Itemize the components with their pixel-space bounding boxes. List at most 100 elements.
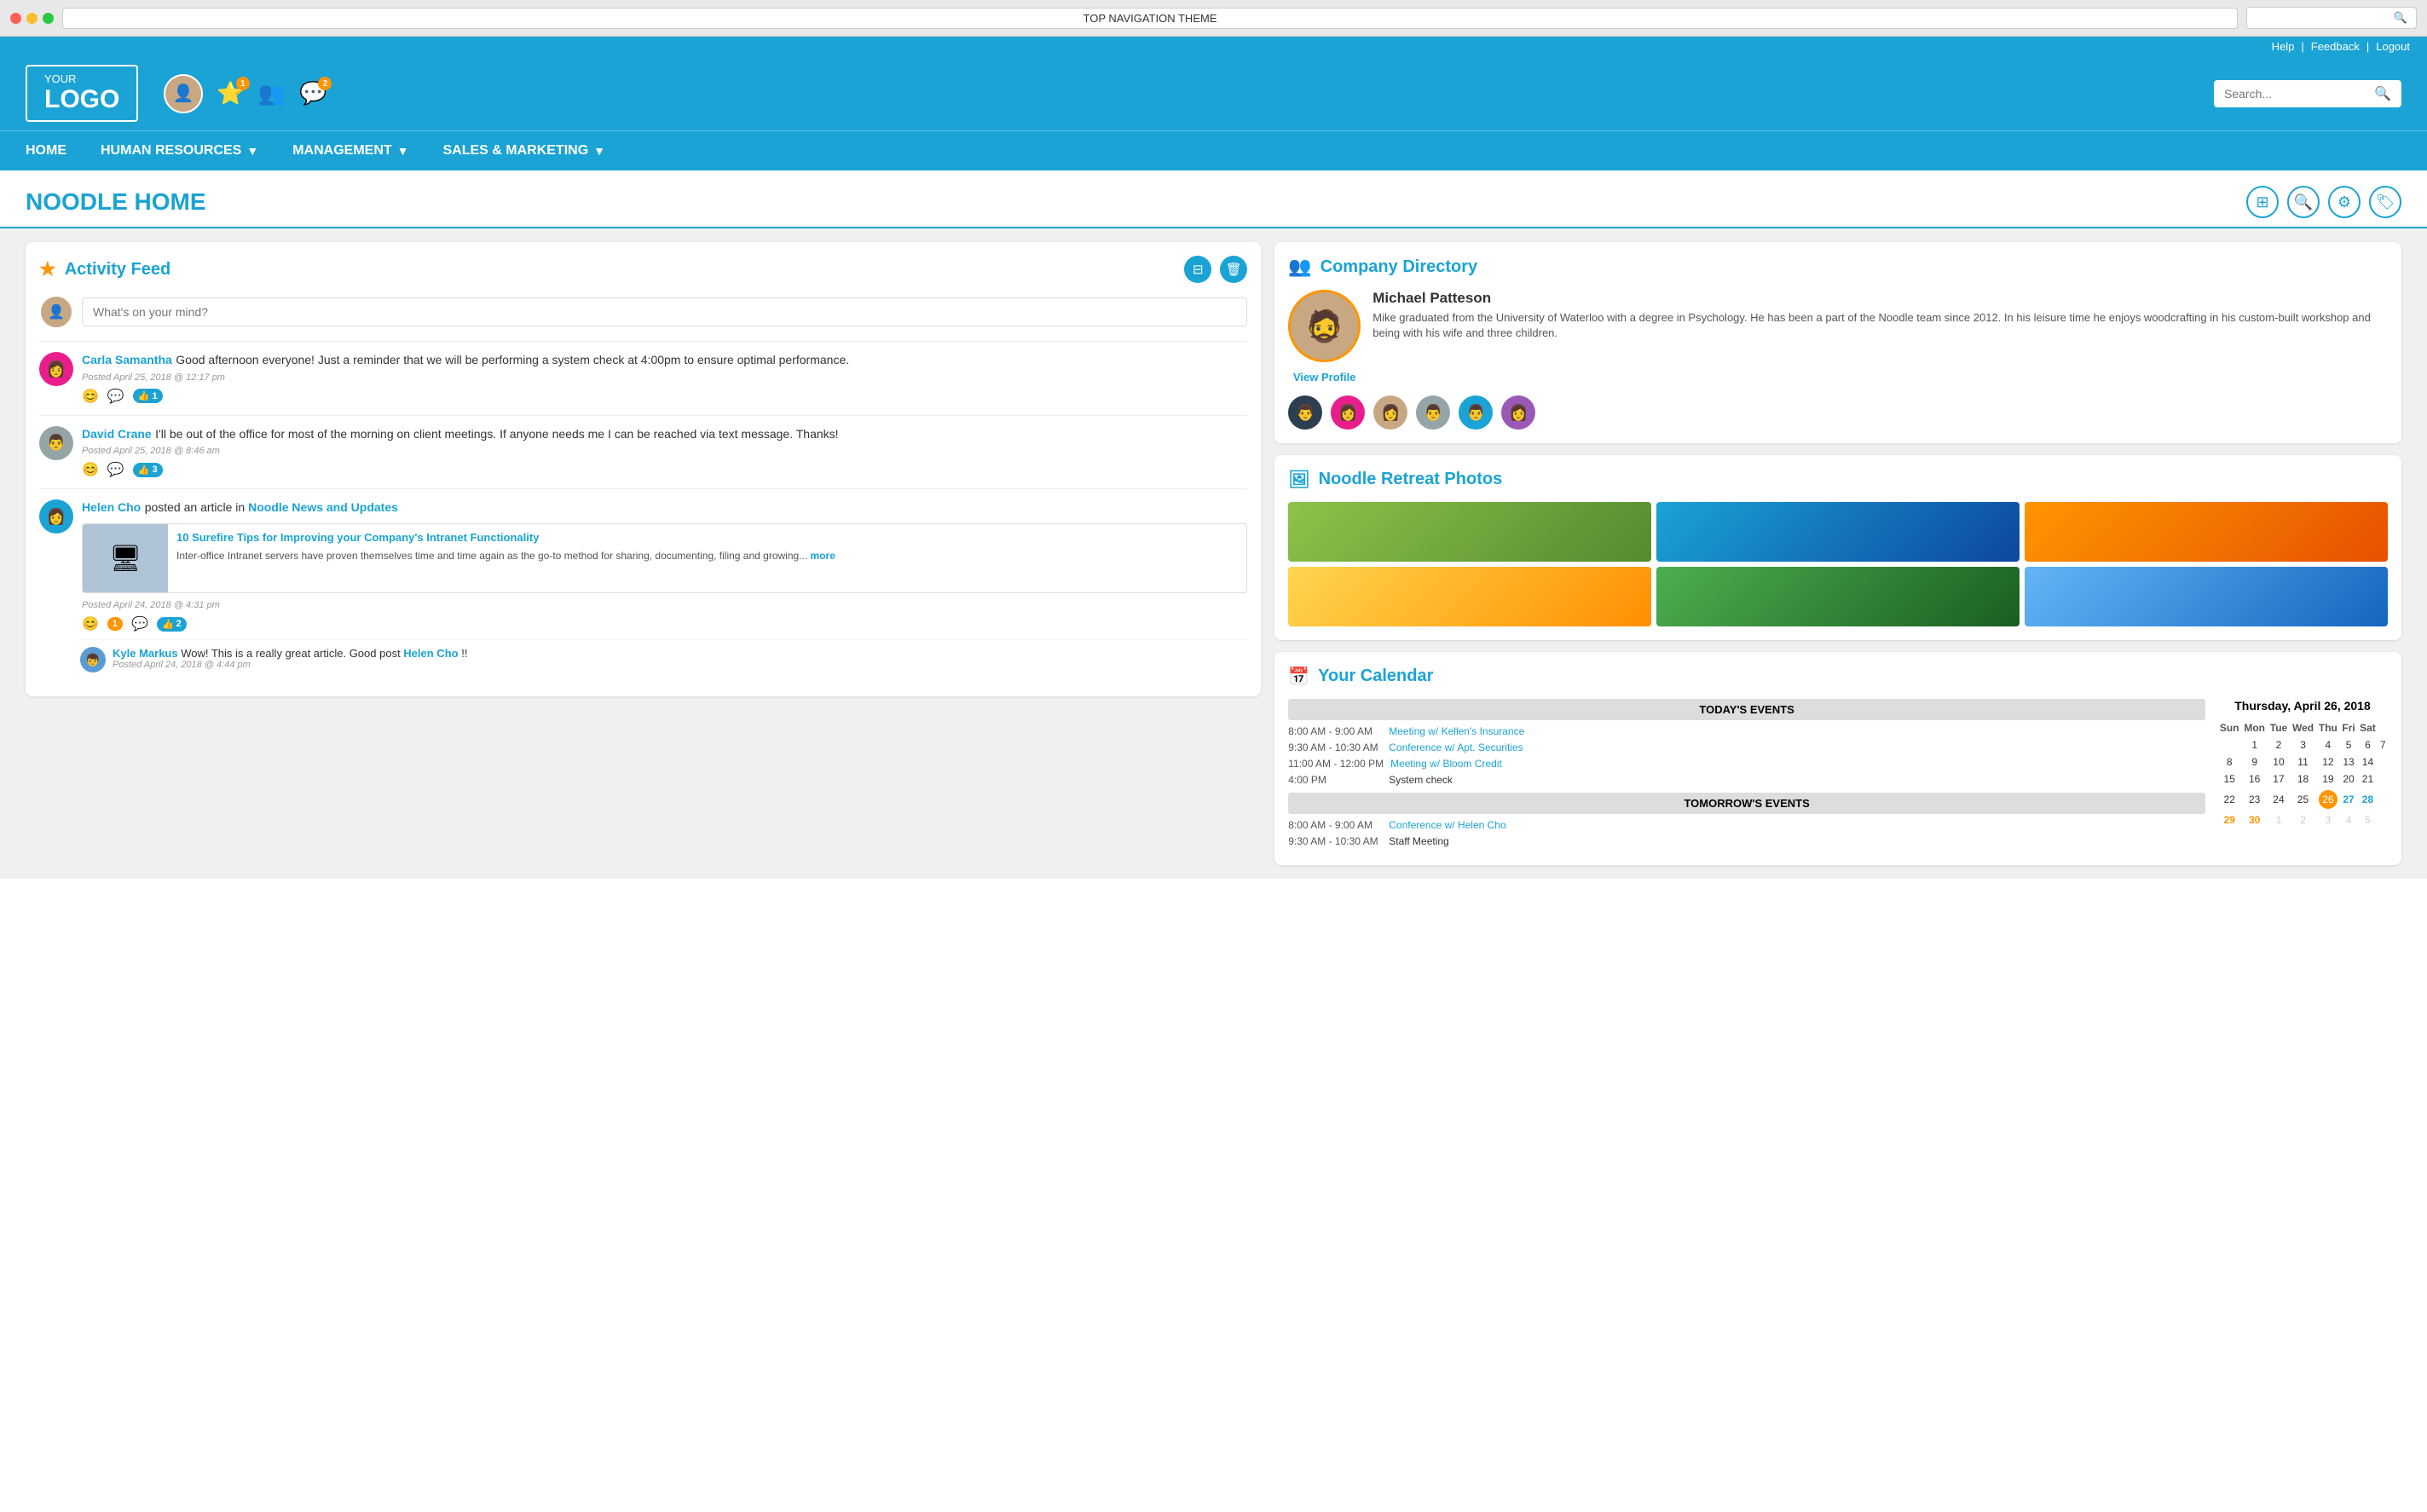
like-count[interactable]: 👍 3 [133, 463, 163, 477]
dir-avatar-3[interactable]: 👩 [1373, 395, 1407, 430]
add-content-button[interactable]: ⊞ [2246, 186, 2279, 218]
event-row: 8:00 AM - 9:00 AM Meeting w/ Kellen's In… [1288, 725, 2205, 737]
browser-search[interactable]: 🔍 [2246, 7, 2417, 29]
photo-3[interactable] [2025, 502, 2388, 562]
nav-management[interactable]: MANAGEMENT ▼ [292, 131, 408, 170]
cal-day[interactable]: 28 [2357, 788, 2378, 811]
tag-button[interactable]: 🏷 [2369, 186, 2401, 218]
people-icon[interactable]: 👥 [258, 80, 286, 107]
cal-day[interactable]: 2 [2268, 736, 2290, 753]
cal-day[interactable]: 3 [2290, 736, 2316, 753]
cal-day[interactable]: 22 [2217, 788, 2241, 811]
cal-day[interactable]: 29 [2217, 811, 2241, 828]
filter-button[interactable]: ⊟ [1184, 256, 1211, 283]
delete-button[interactable]: 🗑 [1220, 256, 1247, 283]
photo-2[interactable] [1656, 502, 2020, 562]
cal-day[interactable]: 25 [2290, 788, 2316, 811]
cal-day[interactable]: 23 [2241, 788, 2268, 811]
comment-author[interactable]: Kyle Markus [113, 647, 178, 660]
cal-day[interactable]: 27 [2340, 788, 2358, 811]
cal-day[interactable]: 21 [2357, 770, 2378, 788]
event-link[interactable]: Conference w/ Helen Cho [1389, 819, 1505, 831]
feedback-link[interactable]: Feedback [2311, 40, 2360, 53]
read-more-link[interactable]: more [811, 550, 835, 562]
photo-5[interactable] [1656, 567, 2020, 626]
event-link[interactable]: Meeting w/ Bloom Credit [1390, 758, 1502, 770]
post-input[interactable] [82, 297, 1247, 326]
post-author[interactable]: Carla Samantha [82, 353, 172, 366]
event-link[interactable]: Meeting w/ Kellen's Insurance [1389, 725, 1524, 737]
dir-avatar-2[interactable]: 👩 [1331, 395, 1365, 430]
dir-avatar-1[interactable]: 👨 [1288, 395, 1322, 430]
cal-day[interactable]: 3 [2316, 811, 2340, 828]
cal-day[interactable]: 13 [2340, 753, 2358, 770]
cal-header-tue: Tue [2268, 719, 2290, 736]
view-profile-button[interactable]: View Profile [1293, 371, 1355, 384]
cal-day[interactable]: 1 [2268, 811, 2290, 828]
dir-avatar-6[interactable]: 👩 [1501, 395, 1535, 430]
logout-link[interactable]: Logout [2376, 40, 2410, 53]
user-avatar[interactable]: 👤 [164, 74, 203, 113]
cal-day[interactable]: 4 [2340, 811, 2358, 828]
star-icon: ★ [39, 258, 56, 280]
messages-icon[interactable]: 💬 2 [299, 80, 326, 107]
cal-day[interactable]: 4 [2316, 736, 2340, 753]
cal-day[interactable]: 16 [2241, 770, 2268, 788]
cal-day[interactable]: 20 [2340, 770, 2358, 788]
react-button[interactable]: 😊 [82, 615, 99, 632]
cal-day[interactable]: 9 [2241, 753, 2268, 770]
minimize-dot[interactable] [26, 13, 38, 24]
maximize-dot[interactable] [43, 13, 54, 24]
photo-1[interactable] [1288, 502, 1651, 562]
cal-day[interactable]: 10 [2268, 753, 2290, 770]
cal-day[interactable]: 18 [2290, 770, 2316, 788]
cal-day[interactable]: 12 [2316, 753, 2340, 770]
like-count[interactable]: 👍 1 [133, 389, 163, 403]
react-button[interactable]: 😊 [82, 461, 99, 478]
reactions-count[interactable]: 1 [107, 617, 123, 631]
favorites-icon[interactable]: ⭐ 1 [217, 80, 244, 107]
cal-day[interactable]: 7 [2378, 736, 2388, 753]
settings-button[interactable]: ⚙ [2328, 186, 2361, 218]
nav-home[interactable]: HOME [26, 131, 66, 170]
url-bar[interactable]: TOP NAVIGATION THEME [62, 8, 2238, 29]
cal-day[interactable]: 1 [2241, 736, 2268, 753]
help-link[interactable]: Help [2272, 40, 2295, 53]
cal-day[interactable]: 8 [2217, 753, 2241, 770]
react-button[interactable]: 😊 [82, 388, 99, 405]
photo-4[interactable] [1288, 567, 1651, 626]
comment-button[interactable]: 💬 [131, 615, 148, 632]
close-dot[interactable] [10, 13, 21, 24]
cal-day[interactable]: 15 [2217, 770, 2241, 788]
cal-day[interactable]: 14 [2357, 753, 2378, 770]
page-header: NOODLE HOME ⊞ 🔍 ⚙ 🏷 [0, 170, 2427, 228]
comment-mention[interactable]: Helen Cho [403, 647, 458, 660]
cal-day[interactable]: 5 [2340, 736, 2358, 753]
post-channel[interactable]: Noodle News and Updates [248, 500, 398, 514]
cal-day[interactable]: 19 [2316, 770, 2340, 788]
cal-day[interactable]: 2 [2290, 811, 2316, 828]
comment-time: Posted April 24, 2018 @ 4:44 pm [113, 660, 467, 670]
cal-day[interactable]: 5 [2357, 811, 2378, 828]
nav-hr[interactable]: HUMAN RESOURCES ▼ [101, 131, 258, 170]
event-link[interactable]: Conference w/ Apt. Securities [1389, 742, 1523, 753]
dir-avatar-5[interactable]: 👨 [1459, 395, 1493, 430]
cal-day[interactable]: 11 [2290, 753, 2316, 770]
nav-sales[interactable]: SALES & MARKETING ▼ [443, 131, 606, 170]
photo-6[interactable] [2025, 567, 2388, 626]
post-author[interactable]: David Crane [82, 427, 152, 441]
cal-today-day[interactable]: 26 [2316, 788, 2340, 811]
like-count[interactable]: 👍 2 [157, 617, 187, 632]
logo[interactable]: YOUR LOGO [26, 65, 138, 122]
cal-day[interactable]: 17 [2268, 770, 2290, 788]
cal-day[interactable]: 30 [2241, 811, 2268, 828]
dir-avatar-4[interactable]: 👨 [1416, 395, 1450, 430]
cal-day[interactable]: 24 [2268, 788, 2290, 811]
post-author[interactable]: Helen Cho [82, 500, 141, 514]
search-input[interactable] [2224, 87, 2374, 101]
comment-button[interactable]: 💬 [107, 461, 124, 478]
article-title[interactable]: 10 Surefire Tips for Improving your Comp… [176, 531, 1238, 545]
comment-button[interactable]: 💬 [107, 388, 124, 405]
cal-day[interactable]: 6 [2357, 736, 2378, 753]
search-button[interactable]: 🔍 [2287, 186, 2320, 218]
